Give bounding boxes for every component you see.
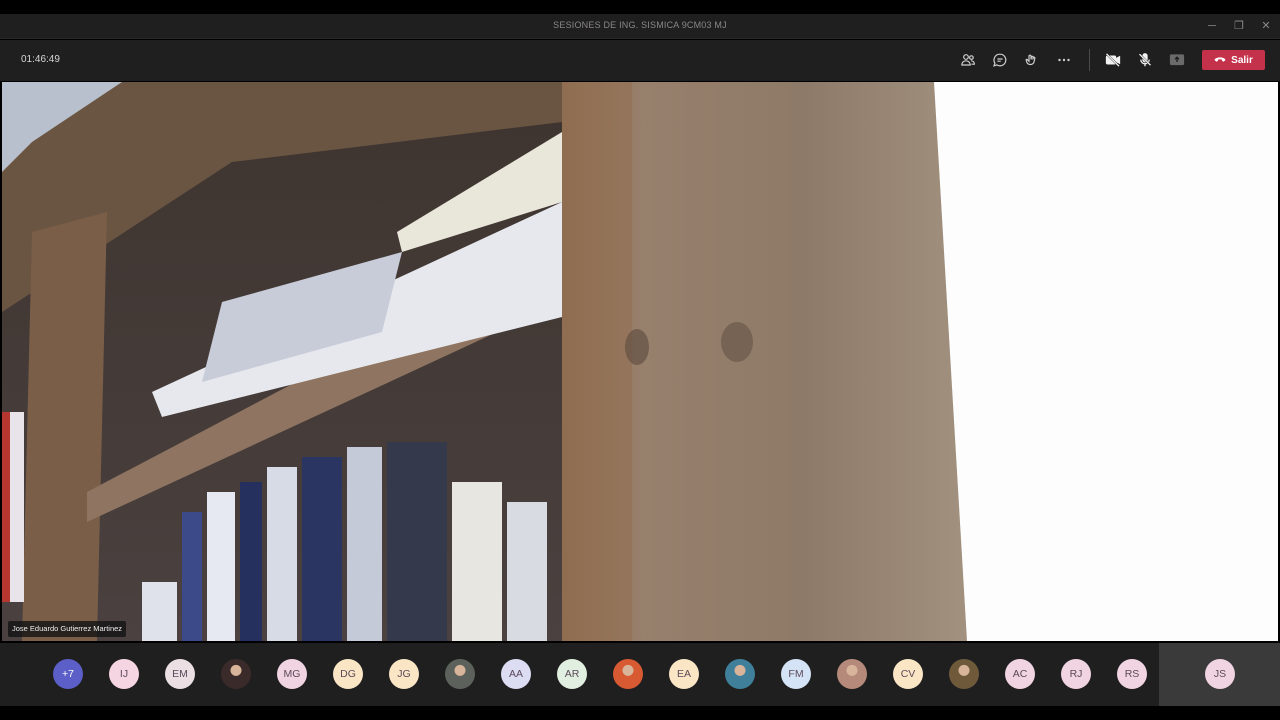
share-screen-button[interactable] [1165, 48, 1189, 72]
camera-off-icon [1105, 53, 1121, 67]
restore-button[interactable]: ❐ [1228, 18, 1250, 34]
participant-avatar[interactable]: MG [277, 659, 307, 689]
participant-avatar[interactable]: FM [781, 659, 811, 689]
self-avatar: JS [1205, 659, 1235, 689]
reactions-icon [1025, 54, 1036, 66]
reactions-button[interactable] [1020, 48, 1044, 72]
participant-avatar[interactable]: RS [1117, 659, 1147, 689]
chat-button[interactable] [988, 48, 1012, 72]
participant-photo-avatar[interactable] [725, 659, 755, 689]
self-view-tile[interactable]: JS [1159, 643, 1280, 706]
meeting-toolbar: 01:46:49 [0, 40, 1280, 81]
video-feed [2, 82, 1278, 641]
participant-strip: RS RJ AC CV FM EA AR AA JG DG MG EM IJ +7 JS [0, 643, 1280, 706]
participant-avatar[interactable]: IJ [109, 659, 139, 689]
leave-button[interactable]: Salir [1202, 50, 1265, 70]
participant-photo-avatar[interactable] [221, 659, 251, 689]
video-frame-image [2, 82, 1278, 641]
participant-avatar[interactable]: DG [333, 659, 363, 689]
participant-avatar[interactable]: JG [389, 659, 419, 689]
more-options-button[interactable] [1052, 48, 1076, 72]
phone-hangup-icon [1214, 57, 1226, 62]
close-window-button[interactable]: ✕ [1255, 18, 1277, 34]
minimize-button[interactable]: ─ [1201, 18, 1223, 34]
meeting-timer: 01:46:49 [21, 54, 60, 65]
participant-photo-avatar[interactable] [445, 659, 475, 689]
more-icon [1058, 58, 1070, 62]
participant-avatar[interactable]: AA [501, 659, 531, 689]
participant-avatar[interactable]: EM [165, 659, 195, 689]
speaker-name-tag: Jose Eduardo Gutierrez Martinez [8, 621, 127, 637]
participants-button[interactable] [956, 48, 980, 72]
participant-avatar[interactable]: AR [557, 659, 587, 689]
mic-toggle-button[interactable] [1133, 48, 1157, 72]
mic-off-icon [1138, 53, 1152, 67]
camera-toggle-button[interactable] [1101, 48, 1125, 72]
participant-avatar[interactable]: RJ [1061, 659, 1091, 689]
participant-photo-avatar[interactable] [949, 659, 979, 689]
chat-icon [993, 53, 1007, 67]
title-bar: SESIONES DE ING. SISMICA 9CM03 MJ ─ ❐ ✕ [0, 14, 1280, 39]
toolbar-divider [1089, 49, 1090, 71]
teams-meeting-window: SESIONES DE ING. SISMICA 9CM03 MJ ─ ❐ ✕ … [0, 0, 1280, 720]
share-icon [1169, 54, 1185, 66]
participant-photo-avatar[interactable] [613, 659, 643, 689]
participant-photo-avatar[interactable] [837, 659, 867, 689]
participant-avatar[interactable]: CV [893, 659, 923, 689]
participant-avatar[interactable]: AC [1005, 659, 1035, 689]
participants-icon [961, 54, 976, 66]
window-title: SESIONES DE ING. SISMICA 9CM03 MJ [553, 20, 727, 30]
more-participants-avatar[interactable]: +7 [53, 659, 83, 689]
leave-label: Salir [1231, 54, 1253, 66]
participant-avatar[interactable]: EA [669, 659, 699, 689]
